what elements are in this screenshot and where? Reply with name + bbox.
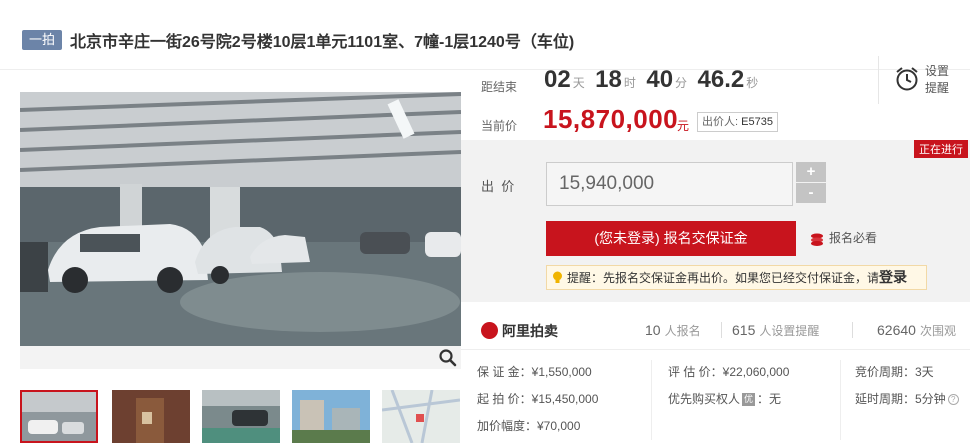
current-price-label: 当前价 [481, 119, 518, 133]
bidder-id: E5735 [741, 116, 773, 128]
delay-cycle-value: 延时周期：5分钟 [855, 392, 946, 406]
lightbulb-icon [553, 271, 562, 283]
view-unit: 次围观 [919, 324, 956, 338]
view-number: 62640 [877, 322, 916, 338]
set-reminder-button[interactable]: 设置提醒 [878, 56, 970, 104]
stats-row: 阿里拍卖 10 人报名 615 人设置提醒 62640 次围观 [461, 310, 970, 350]
reminder-number: 615 [732, 322, 756, 338]
divider [840, 360, 841, 440]
set-reminder-label: 设置提醒 [925, 64, 950, 95]
countdown-label: 距结束 [481, 80, 518, 94]
thumbnail-strip [20, 390, 461, 443]
priority-buyer-label: 优先购买权人 [668, 392, 741, 406]
bidder-box: 出价人: E5735 [697, 112, 778, 132]
view-count: 62640 次围观 [877, 322, 956, 339]
thumbnail-1[interactable] [20, 390, 98, 443]
countdown-days-unit: 天 [572, 76, 585, 90]
login-tip: 提醒：先报名交保证金再出价。如果您已经交付保证金，请登录 [546, 265, 927, 290]
priority-buyer-info: 优先购买权人优：无 [668, 390, 781, 407]
appraisal-info: 评 估 价：¥22,060,000 [668, 365, 790, 379]
thumbnail-3[interactable] [202, 390, 280, 443]
countdown-days: 02 [544, 66, 571, 93]
divider [721, 322, 722, 338]
countdown-minutes-unit: 分 [675, 76, 688, 90]
registration-count: 10 人报名 [645, 322, 701, 339]
reminder-count: 615 人设置提醒 [732, 322, 819, 339]
countdown-hours: 18 [595, 66, 622, 93]
tip-text: 提醒：先报名交保证金再出价。如果您已经交付保证金，请 [567, 271, 880, 285]
must-read-link[interactable]: 报名必看 [809, 229, 877, 246]
countdown: 02 天 18 时 40 分 46.2 秒 [544, 66, 764, 94]
main-photo[interactable] [20, 92, 461, 346]
start-price-info: 起 拍 价：¥15,450,000 [477, 392, 599, 406]
bid-decrease-button[interactable]: - [796, 183, 826, 203]
bid-label: 出 价 [481, 179, 515, 194]
login-link[interactable]: 登录 [879, 269, 907, 285]
delay-cycle-info: 延时周期：5分钟? [855, 390, 959, 407]
status-badge: 正在进行 [914, 140, 968, 158]
current-price-unit: 元 [677, 119, 690, 133]
thumbnail-4[interactable] [292, 390, 370, 443]
title-bar: 一拍 北京市辛庄一街26号院2号楼10层1单元1101室、7幢-1层1240号（… [0, 0, 970, 70]
divider [852, 322, 853, 338]
thumbnail-2[interactable] [112, 390, 190, 443]
must-read-label: 报名必看 [829, 231, 878, 245]
divider [651, 360, 652, 440]
bid-increase-button[interactable]: + [796, 162, 826, 182]
auction-round-tag: 一拍 [22, 30, 62, 50]
zoom-icon[interactable] [438, 348, 458, 368]
bidding-cycle-info: 竞价周期：3天 [855, 365, 934, 379]
help-icon[interactable]: ? [947, 394, 959, 406]
parking-garage-photo [20, 92, 461, 346]
reminder-unit: 人设置提醒 [759, 324, 820, 338]
priority-buyer-value: ：无 [757, 392, 782, 406]
ali-auction-logo-icon [481, 322, 498, 339]
gallery-bar [20, 346, 461, 369]
increment-info: 加价幅度：¥70,000 [477, 419, 581, 433]
countdown-seconds-unit: 秒 [746, 76, 759, 90]
bidder-label: 出价人: [702, 116, 739, 128]
countdown-minutes: 40 [646, 66, 674, 93]
registration-unit: 人报名 [664, 324, 701, 338]
bid-panel: 正在进行 出 价 + - (您未登录) 报名交保证金 报名必看 提醒：先报名交保… [461, 140, 970, 302]
current-price: 15,870,000 [543, 104, 679, 134]
signup-deposit-button[interactable]: (您未登录) 报名交保证金 [546, 221, 796, 256]
ali-auction-brand: 阿里拍卖 [502, 323, 558, 339]
deposit-info: 保 证 金：¥1,550,000 [477, 365, 592, 379]
countdown-seconds: 46.2 [697, 66, 745, 93]
countdown-hours-unit: 时 [623, 76, 636, 90]
page-title: 北京市辛庄一街26号院2号楼10层1单元1101室、7幢-1层1240号（车位) [70, 34, 575, 51]
thumbnail-5[interactable] [382, 390, 460, 443]
bid-amount-input[interactable] [546, 162, 793, 206]
priority-tag-icon[interactable]: 优 [742, 393, 756, 407]
alarm-clock-icon [896, 67, 918, 91]
coins-icon [811, 233, 823, 246]
registration-number: 10 [645, 322, 661, 338]
